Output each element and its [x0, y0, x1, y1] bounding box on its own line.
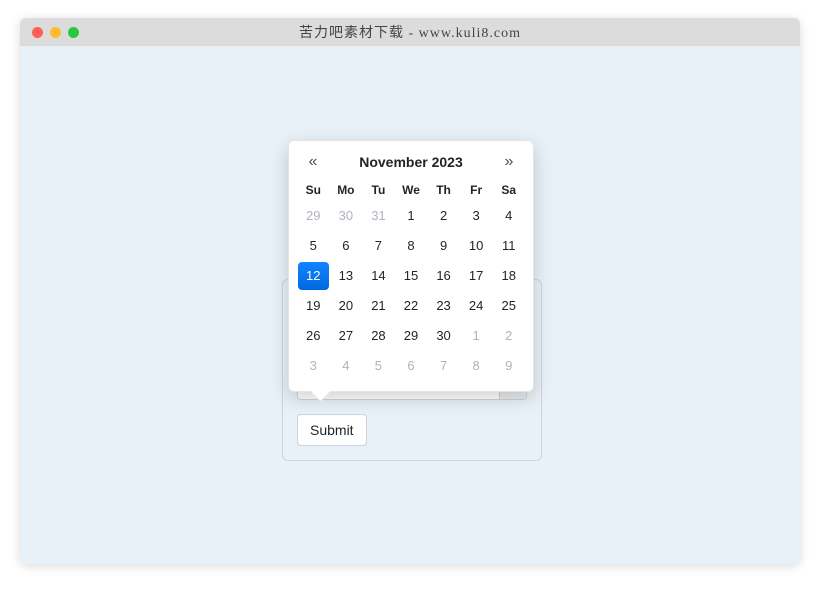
day-cell-muted[interactable]: 5: [363, 352, 394, 380]
day-cell-muted[interactable]: 9: [493, 352, 524, 380]
days-grid: 2930311234567891011121314151617181920212…: [297, 201, 525, 381]
day-cell-muted[interactable]: 29: [298, 202, 329, 230]
day-cell[interactable]: 21: [363, 292, 394, 320]
day-cell-muted[interactable]: 31: [363, 202, 394, 230]
day-cell[interactable]: 6: [331, 232, 362, 260]
browser-window: 苦力吧素材下载 - www.kuli8.com: [20, 18, 800, 564]
day-cell[interactable]: 5: [298, 232, 329, 260]
titlebar: 苦力吧素材下载 - www.kuli8.com: [20, 18, 800, 46]
weekday-label: Th: [427, 179, 460, 201]
next-month-button[interactable]: »: [499, 153, 519, 171]
day-cell-muted[interactable]: 8: [461, 352, 492, 380]
day-cell[interactable]: 8: [396, 232, 427, 260]
submit-button[interactable]: Submit: [297, 414, 367, 446]
day-cell-muted[interactable]: 4: [331, 352, 362, 380]
window-controls: [32, 27, 79, 38]
minimize-dot[interactable]: [50, 27, 61, 38]
day-cell[interactable]: 28: [363, 322, 394, 350]
day-cell[interactable]: 30: [428, 322, 459, 350]
maximize-dot[interactable]: [68, 27, 79, 38]
day-cell[interactable]: 15: [396, 262, 427, 290]
weekday-label: Sa: [492, 179, 525, 201]
weekday-row: SuMoTuWeThFrSa: [297, 179, 525, 201]
weekday-label: Tu: [362, 179, 395, 201]
day-cell-muted[interactable]: 1: [461, 322, 492, 350]
day-cell[interactable]: 14: [363, 262, 394, 290]
day-cell[interactable]: 1: [396, 202, 427, 230]
weekday-label: Su: [297, 179, 330, 201]
day-cell[interactable]: 23: [428, 292, 459, 320]
day-cell[interactable]: 18: [493, 262, 524, 290]
day-cell-muted[interactable]: 2: [493, 322, 524, 350]
day-cell[interactable]: 27: [331, 322, 362, 350]
day-cell[interactable]: 10: [461, 232, 492, 260]
day-cell[interactable]: 11: [493, 232, 524, 260]
day-cell[interactable]: 20: [331, 292, 362, 320]
month-year-label[interactable]: November 2023: [359, 154, 463, 170]
day-cell[interactable]: 19: [298, 292, 329, 320]
day-cell[interactable]: 13: [331, 262, 362, 290]
weekday-label: Fr: [460, 179, 493, 201]
window-title: 苦力吧素材下载 - www.kuli8.com: [20, 22, 800, 42]
day-cell[interactable]: 29: [396, 322, 427, 350]
datepicker-header: « November 2023 »: [297, 149, 525, 179]
day-cell[interactable]: 16: [428, 262, 459, 290]
page-content: Submit « November 2023 » SuMoTuWeThFrSa …: [20, 46, 800, 564]
day-cell[interactable]: 17: [461, 262, 492, 290]
day-cell-muted[interactable]: 3: [298, 352, 329, 380]
day-cell[interactable]: 9: [428, 232, 459, 260]
day-cell[interactable]: 25: [493, 292, 524, 320]
day-cell[interactable]: 2: [428, 202, 459, 230]
day-cell-muted[interactable]: 7: [428, 352, 459, 380]
day-cell-selected[interactable]: 12: [298, 262, 329, 290]
day-cell-muted[interactable]: 30: [331, 202, 362, 230]
day-cell-muted[interactable]: 6: [396, 352, 427, 380]
day-cell[interactable]: 7: [363, 232, 394, 260]
datepicker-popup: « November 2023 » SuMoTuWeThFrSa 2930311…: [288, 140, 534, 392]
prev-month-button[interactable]: «: [303, 153, 323, 171]
weekday-label: We: [395, 179, 428, 201]
day-cell[interactable]: 24: [461, 292, 492, 320]
day-cell[interactable]: 3: [461, 202, 492, 230]
day-cell[interactable]: 22: [396, 292, 427, 320]
day-cell[interactable]: 26: [298, 322, 329, 350]
close-dot[interactable]: [32, 27, 43, 38]
day-cell[interactable]: 4: [493, 202, 524, 230]
weekday-label: Mo: [330, 179, 363, 201]
